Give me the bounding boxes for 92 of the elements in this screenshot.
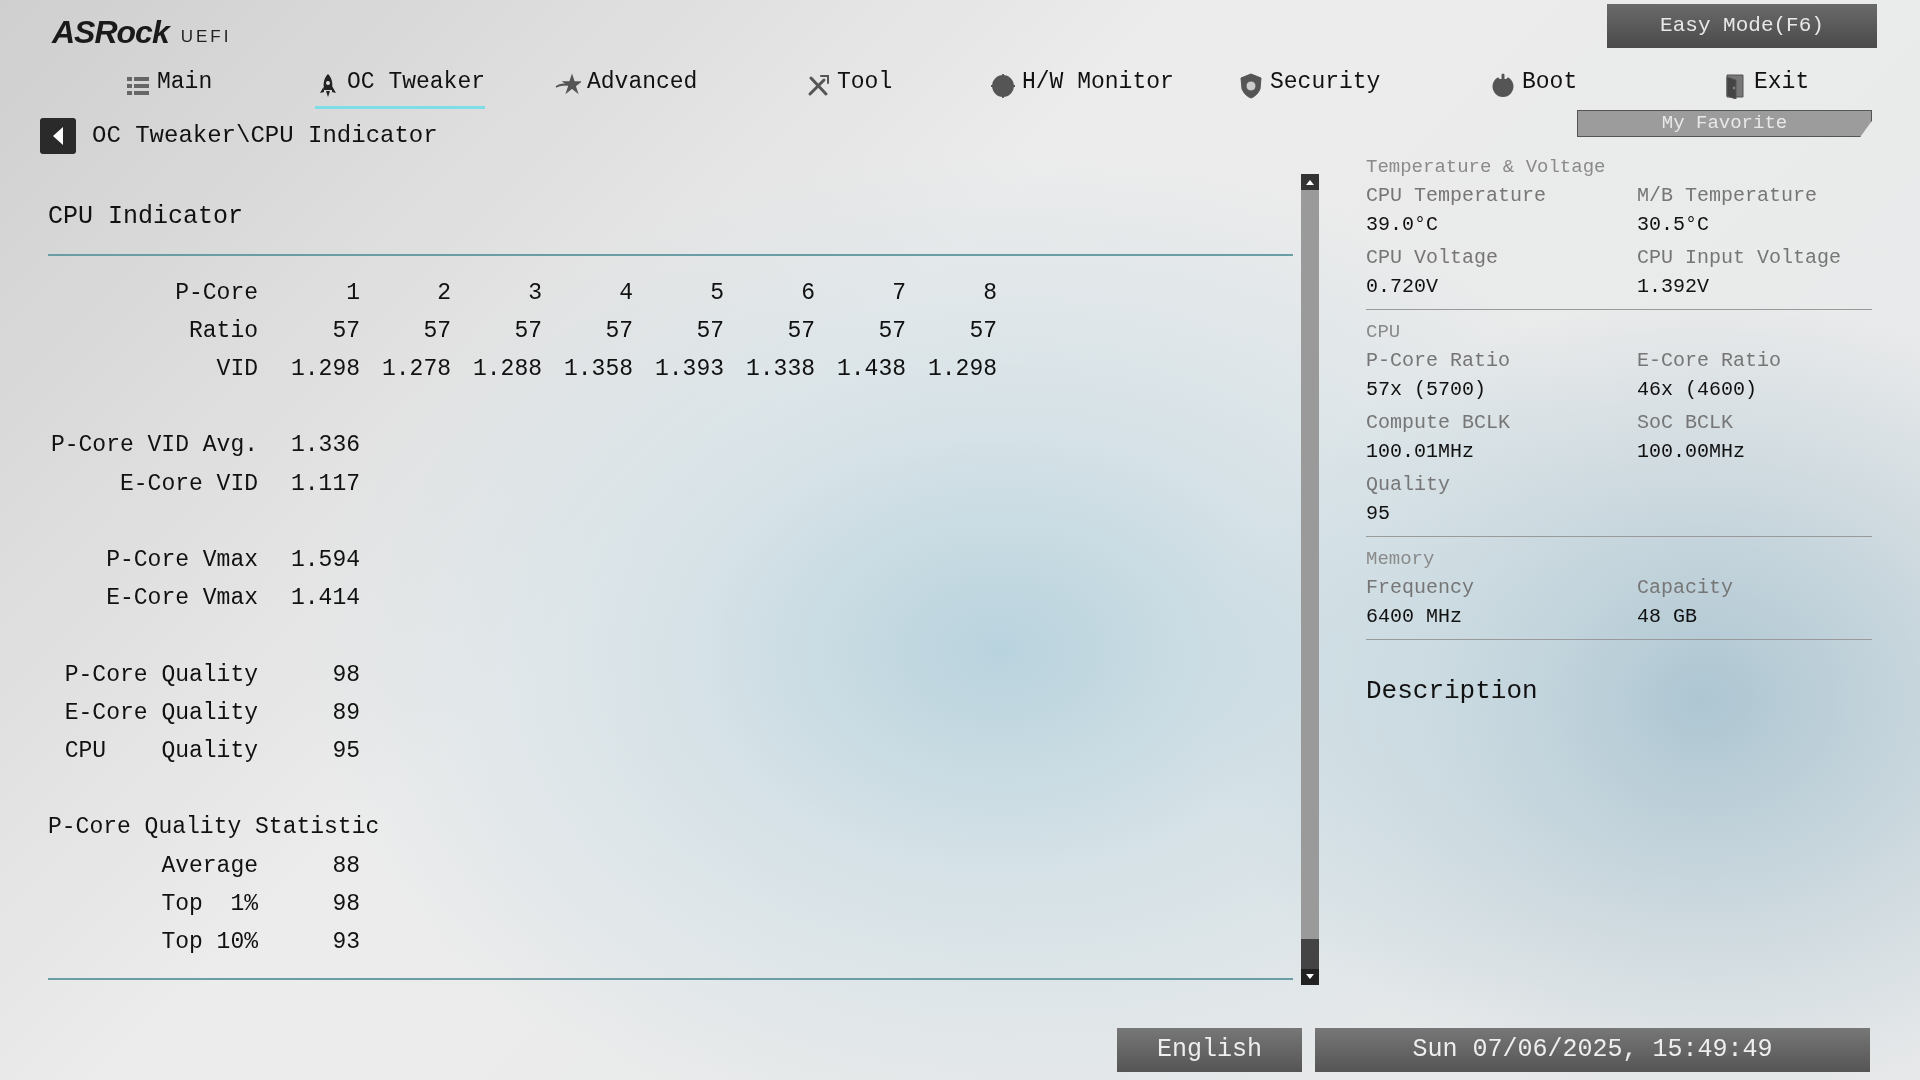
info-label: Quality: [1366, 472, 1451, 498]
info-value: 1.392V: [1637, 274, 1710, 300]
nav-tab[interactable]: OC Tweaker: [315, 63, 486, 109]
row-label: Top 1%: [160, 890, 258, 920]
row-label: P-Core VID Avg.: [49, 431, 258, 461]
value-cell-text: 1.298: [927, 355, 997, 385]
value-cell-text: 4: [618, 278, 633, 308]
value-cell-text: 57: [331, 316, 360, 346]
info-value: 39.0°C: [1366, 212, 1439, 238]
row-label: P-Core: [174, 278, 258, 308]
value-cell-text: 57: [877, 316, 906, 346]
date-time-display: Sun 07/06/2025, 15:49:49: [1315, 1028, 1870, 1072]
logo-subtitle: UEFI: [180, 26, 232, 48]
row-heading: P-Core Quality Statistic: [48, 813, 381, 843]
value-cell-text: 57: [695, 316, 724, 346]
nav-tab[interactable]: H/W Monitor: [990, 63, 1174, 109]
info-label: Frequency: [1366, 575, 1476, 601]
back-button[interactable]: [40, 118, 76, 154]
info-label: Compute BCLK: [1366, 410, 1512, 436]
nav-tab[interactable]: Exit: [1722, 63, 1810, 109]
info-value: 95: [1366, 501, 1391, 527]
value-cell-text: 89: [331, 698, 360, 728]
info-value: 30.5°C: [1637, 212, 1710, 238]
info-label: Capacity: [1637, 575, 1734, 601]
easy-mode-button[interactable]: Easy Mode(F6): [1607, 4, 1877, 48]
info-value: 100.01MHz: [1366, 439, 1476, 465]
description-title: Description: [1366, 675, 1539, 708]
nav-tab[interactable]: Main: [125, 63, 213, 109]
section-caption: Memory: [1366, 547, 1436, 572]
value-cell-text: 1.338: [745, 355, 815, 385]
section-caption: CPU: [1366, 320, 1402, 345]
value-cell-text: 1.288: [472, 355, 542, 385]
value-cell-text: 57: [422, 316, 451, 346]
info-value: 48 GB: [1637, 604, 1698, 630]
value-cell-text: 57: [968, 316, 997, 346]
info-value: 0.720V: [1366, 274, 1439, 300]
triangle-left-icon: [51, 126, 65, 146]
value-cell-text: 5: [709, 278, 724, 308]
row-label: Average: [160, 851, 258, 881]
info-label: CPU Voltage: [1366, 245, 1500, 271]
row-label: VID: [215, 355, 258, 385]
value-cell-text: 8: [982, 278, 997, 308]
value-cell-text: 6: [800, 278, 815, 308]
scrollbar[interactable]: [1301, 174, 1319, 985]
row-label: E-Core Vmax: [105, 584, 258, 614]
value-cell-text: 1.358: [563, 355, 633, 385]
value-cell-text: 1.438: [836, 355, 906, 385]
value-cell-text: 1.298: [290, 355, 360, 385]
info-value: 6400 MHz: [1366, 604, 1463, 630]
value-cell-text: 7: [891, 278, 906, 308]
language-button[interactable]: English: [1117, 1028, 1302, 1072]
value-cell-text: 1.336: [290, 431, 360, 461]
value-cell-text: 98: [331, 890, 360, 920]
info-value: 100.00MHz: [1637, 439, 1747, 465]
value-cell-text: 1.278: [381, 355, 451, 385]
brand-logo: ASRock: [52, 16, 169, 48]
nav-tab[interactable]: Boot: [1490, 63, 1578, 109]
section-title: CPU Indicator: [48, 198, 1293, 256]
info-value: 57x (5700): [1366, 377, 1488, 403]
value-cell-text: 1.414: [290, 584, 360, 614]
nav-tab[interactable]: Advanced: [555, 63, 698, 109]
value-cell-text: 57: [786, 316, 815, 346]
info-label: E-Core Ratio: [1637, 348, 1783, 374]
value-cell-text: 1.594: [290, 546, 360, 575]
info-value: 46x (4600): [1637, 377, 1759, 403]
info-label: P-Core Ratio: [1366, 348, 1512, 374]
value-cell-text: 2: [436, 278, 451, 308]
nav-tab[interactable]: Tool: [805, 63, 893, 109]
value-cell-text: 1: [345, 278, 360, 308]
value-cell-text: 57: [513, 316, 542, 346]
value-cell-text: 1.117: [290, 469, 360, 499]
value-cell-text: 57: [604, 316, 633, 346]
row-label: P-Core Quality: [63, 660, 258, 690]
info-label: SoC BCLK: [1637, 410, 1734, 436]
row-label: E-Core VID: [118, 469, 258, 499]
row-label: CPU Quality: [63, 737, 258, 767]
value-cell-text: 88: [331, 851, 360, 881]
row-label: Ratio: [188, 316, 258, 346]
value-cell-text: 95: [331, 737, 360, 767]
nav-tab[interactable]: Security: [1238, 63, 1381, 109]
row-label: Top 10%: [160, 928, 258, 958]
info-label: M/B Temperature: [1637, 183, 1819, 209]
value-cell-text: 1.393: [654, 355, 724, 385]
value-cell-text: 3: [527, 278, 542, 308]
breadcrumb-path: OC Tweaker\CPU Indicator: [92, 121, 438, 151]
row-label: P-Core Vmax: [105, 546, 258, 575]
info-label: CPU Temperature: [1366, 183, 1548, 209]
row-label: E-Core Quality: [63, 698, 258, 728]
value-cell-text: 98: [331, 660, 360, 690]
info-label: CPU Input Voltage: [1637, 245, 1843, 271]
value-cell-text: 93: [331, 928, 360, 958]
section-caption: Temperature & Voltage: [1366, 155, 1607, 180]
